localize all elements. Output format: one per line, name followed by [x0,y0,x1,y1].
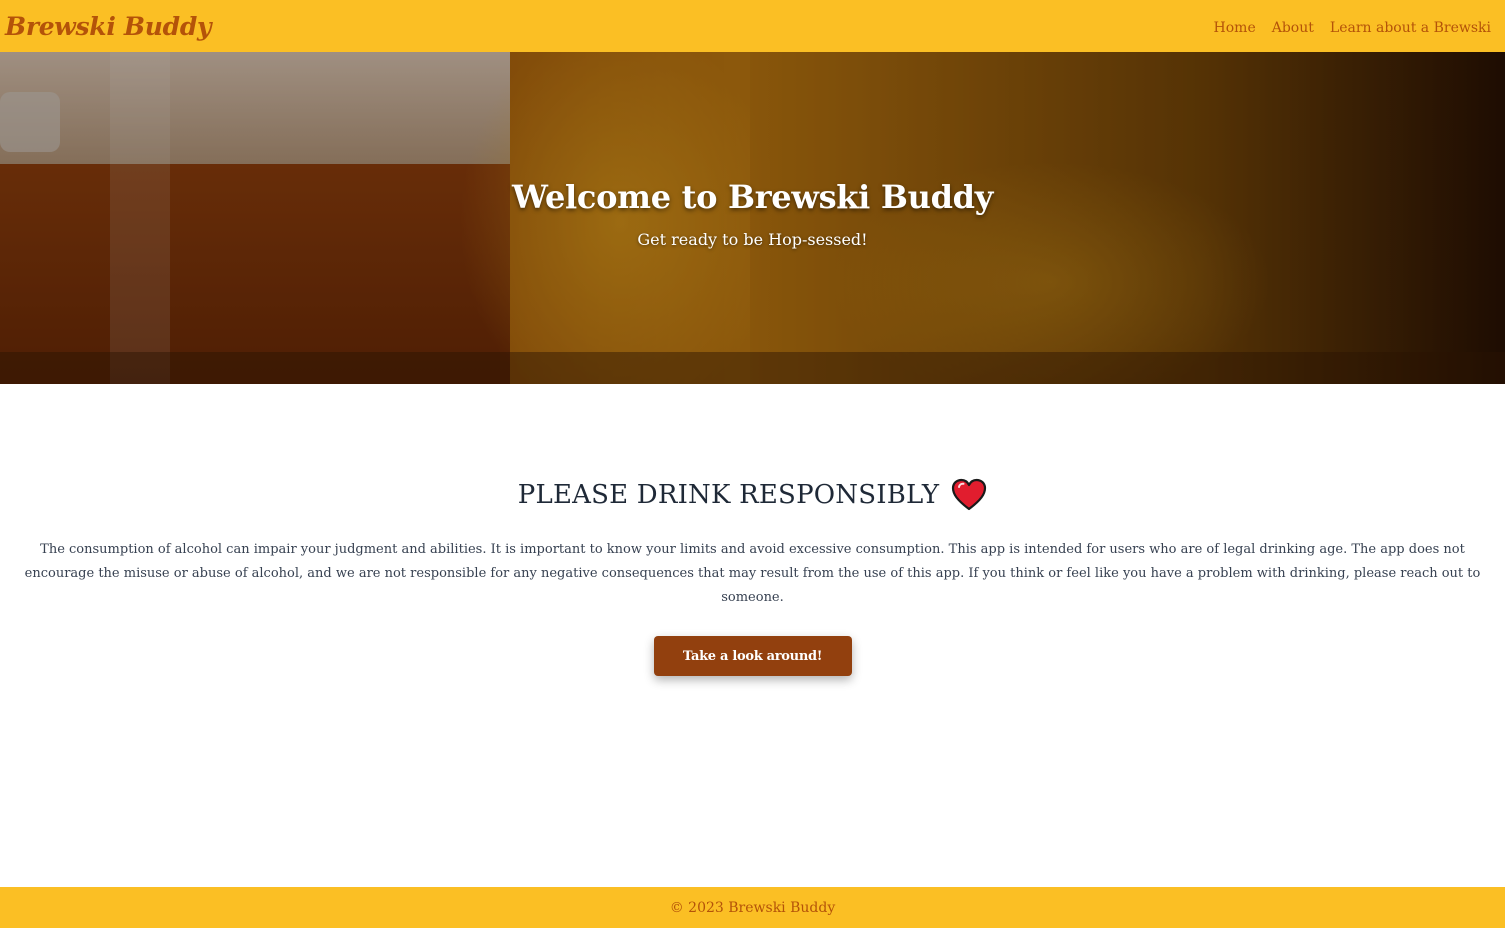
heart-icon [951,478,987,512]
nav-link-home[interactable]: Home [1214,20,1256,36]
nav-link-learn-about-brewski[interactable]: Learn about a Brewski [1330,20,1491,36]
hero-content: Welcome to Brewski Buddy Get ready to be… [0,178,1505,249]
nav-item-home: Home [1214,17,1256,36]
warning-heading: PLEASE DRINK RESPONSIBLY [0,478,1505,512]
nav-link-about[interactable]: About [1272,20,1314,36]
nav-links: Home About Learn about a Brewski [1214,17,1491,36]
main-content: PLEASE DRINK RESPONSIBLY The consumption… [0,384,1505,887]
hero-banner: Welcome to Brewski Buddy Get ready to be… [0,52,1505,384]
footer: © 2023 Brewski Buddy [0,887,1505,928]
warning-title: PLEASE DRINK RESPONSIBLY [517,480,940,510]
disclaimer-text: The consumption of alcohol can impair yo… [24,542,1481,605]
navbar: Brewski Buddy Home About Learn about a B… [0,0,1505,52]
hero-subtitle: Get ready to be Hop-sessed! [637,230,868,249]
take-a-look-around-button[interactable]: Take a look around! [653,636,852,676]
footer-copyright: © 2023 Brewski Buddy [669,899,836,916]
brand-logo-link[interactable]: Brewski Buddy [5,12,212,41]
hero-title: Welcome to Brewski Buddy [511,178,994,216]
nav-item-learn: Learn about a Brewski [1330,17,1491,36]
nav-item-about: About [1272,17,1314,36]
